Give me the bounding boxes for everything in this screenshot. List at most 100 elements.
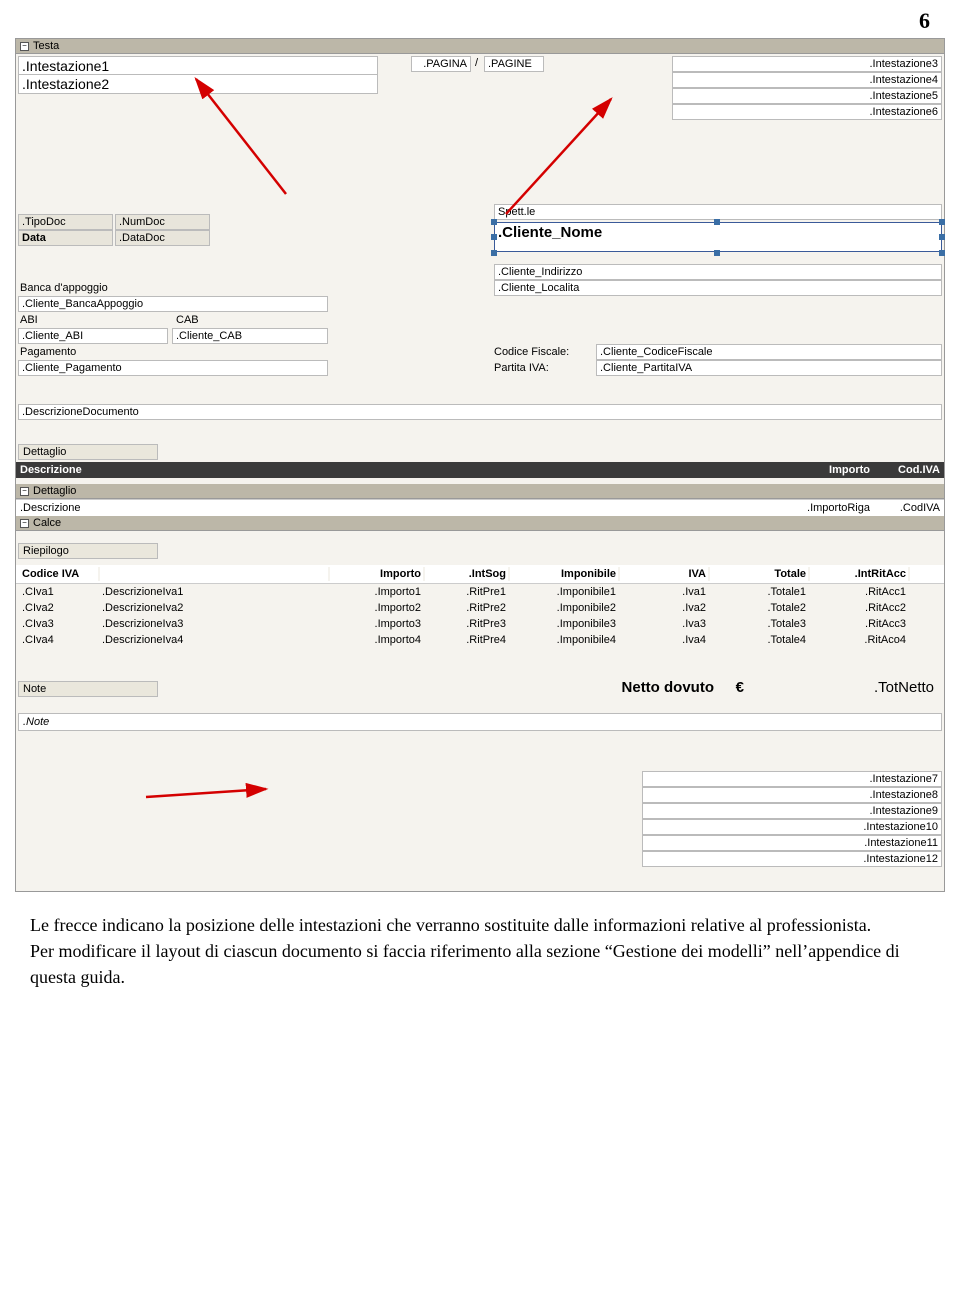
riepilogo-cell[interactable]: .DescrizioneIva4 [100,633,330,647]
riepilogo-cell[interactable]: .Iva3 [620,617,710,631]
riepilogo-cell[interactable]: .Imponibile2 [510,601,620,615]
field-pagamento[interactable]: .Cliente_Pagamento [18,360,328,376]
label-piva: Partita IVA: [494,362,549,374]
field-row-descrizione[interactable]: .Descrizione [20,502,780,514]
field-totnetto[interactable]: .TotNetto [754,679,934,696]
riepilogo-cell[interactable]: .RitPre4 [425,633,510,647]
field-cab[interactable]: .Cliente_CAB [172,328,328,344]
label-abi: ABI [20,314,38,326]
field-footer-intestazione[interactable]: .Intestazione8 [642,787,942,803]
label-dettaglio-box: Dettaglio [18,444,158,460]
riepilogo-cell[interactable]: .Imponibile4 [510,633,620,647]
dettaglio-row: .Descrizione .ImportoRiga .CodIVA [16,499,944,516]
riepilogo-cell[interactable]: .Totale3 [710,617,810,631]
riepilogo-cell[interactable]: .Importo1 [330,585,425,599]
band-header-testa[interactable]: − Testa [16,39,944,54]
riepilogo-cell[interactable]: .Totale2 [710,601,810,615]
riepilogo-cell[interactable]: .Totale1 [710,585,810,599]
riepilogo-cell[interactable]: .RitAcc2 [810,601,910,615]
riepilogo-cell[interactable]: .DescrizioneIva3 [100,617,330,631]
selection-handle-icon[interactable] [491,234,497,240]
riepilogo-cell[interactable]: .RitAcc3 [810,617,910,631]
field-cf[interactable]: .Cliente_CodiceFiscale [596,344,942,360]
field-cliente-localita[interactable]: .Cliente_Localita [494,280,942,296]
riepilogo-cell[interactable]: .Importo3 [330,617,425,631]
label-netto: Netto dovuto [622,679,714,696]
label-numdoc[interactable]: .NumDoc [115,214,210,230]
selection-handle-icon[interactable] [939,219,945,225]
label-datadoc[interactable]: .DataDoc [115,230,210,246]
collapse-icon[interactable]: − [20,487,29,496]
riepilogo-row: .CIva1.DescrizioneIva1.Importo1.RitPre1.… [16,584,944,600]
header-codiva: Cod.IVA [870,464,940,476]
field-intestazione6[interactable]: .Intestazione6 [672,104,942,120]
riepilogo-cell[interactable]: .CIva3 [20,617,100,631]
band-header-dettaglio[interactable]: − Dettaglio [16,484,944,499]
field-footer-intestazione[interactable]: .Intestazione9 [642,803,942,819]
selection-handle-icon[interactable] [714,250,720,256]
collapse-icon[interactable]: − [20,42,29,51]
testa-body: .Intestazione1 .Intestazione2 .PAGINA / … [16,54,944,484]
riepilogo-cell[interactable]: .RitPre3 [425,617,510,631]
riepilogo-cell[interactable]: .RitPre1 [425,585,510,599]
riepilogo-cell[interactable]: .Iva4 [620,633,710,647]
field-footer-intestazione[interactable]: .Intestazione7 [642,771,942,787]
riepilogo-cell[interactable]: .Importo4 [330,633,425,647]
dettaglio-column-headers: Descrizione Importo Cod.IVA [16,462,944,478]
riepilogo-cell[interactable]: .Iva2 [620,601,710,615]
riepilogo-cell[interactable]: .Iva1 [620,585,710,599]
riepilogo-cell[interactable]: .DescrizioneIva1 [100,585,330,599]
riepilogo-cell[interactable]: .Imponibile1 [510,585,620,599]
field-row-codiva[interactable]: .CodIVA [870,502,940,514]
field-piva[interactable]: .Cliente_PartitaIVA [596,360,942,376]
band-header-calce[interactable]: − Calce [16,516,944,531]
riepilogo-row: .CIva3.DescrizioneIva3.Importo3.RitPre3.… [16,616,944,632]
riepilogo-cell[interactable]: .DescrizioneIva2 [100,601,330,615]
field-cliente-nome[interactable]: .Cliente_Nome [494,222,942,252]
report-designer: − Testa .Intestazione1 .Intestazione2 .P… [15,38,945,892]
field-intestazione1[interactable]: .Intestazione1 [18,56,378,76]
arrow-red-icon [186,74,306,207]
riepilogo-cell[interactable]: .RitAco4 [810,633,910,647]
field-intestazione4[interactable]: .Intestazione4 [672,72,942,88]
field-pagina[interactable]: .PAGINA [411,56,471,72]
riepilogo-cell[interactable]: .RitAcc1 [810,585,910,599]
riepilogo-cell[interactable]: .CIva4 [20,633,100,647]
field-row-importo[interactable]: .ImportoRiga [780,502,870,514]
field-intestazione5[interactable]: .Intestazione5 [672,88,942,104]
field-footer-intestazione[interactable]: .Intestazione11 [642,835,942,851]
label-slash: / [475,57,478,69]
field-footer-intestazione[interactable]: .Intestazione10 [642,819,942,835]
riepilogo-row: .CIva4.DescrizioneIva4.Importo4.RitPre4.… [16,632,944,648]
riepilogo-cell[interactable]: .RitPre2 [425,601,510,615]
label-tipodoc[interactable]: .TipoDoc [18,214,113,230]
riepilogo-h [100,567,330,581]
field-abi[interactable]: .Cliente_ABI [18,328,168,344]
riepilogo-cell[interactable]: .Imponibile3 [510,617,620,631]
label-banca: Banca d'appoggio [20,282,108,294]
riepilogo-cell[interactable]: .Totale4 [710,633,810,647]
selection-handle-icon[interactable] [939,250,945,256]
field-banca[interactable]: .Cliente_BancaAppoggio [18,296,328,312]
field-note[interactable]: .Note [18,713,942,731]
field-intestazione3[interactable]: .Intestazione3 [672,56,942,72]
footer-intestazioni: .Intestazione7.Intestazione8.Intestazion… [642,771,942,867]
selection-handle-icon[interactable] [939,234,945,240]
riepilogo-h: IVA [620,567,710,581]
riepilogo-cell[interactable]: .CIva2 [20,601,100,615]
riepilogo-cell[interactable]: .Importo2 [330,601,425,615]
arrow-red-icon [486,94,626,222]
label-data[interactable]: Data [18,230,113,246]
field-cliente-indirizzo[interactable]: .Cliente_Indirizzo [494,264,942,280]
field-footer-intestazione[interactable]: .Intestazione12 [642,851,942,867]
collapse-icon[interactable]: − [20,519,29,528]
band-label: Dettaglio [33,485,76,497]
riepilogo-h: .IntRitAcc [810,567,910,581]
selection-handle-icon[interactable] [714,219,720,225]
riepilogo-cell[interactable]: .CIva1 [20,585,100,599]
field-descrizione-documento[interactable]: .DescrizioneDocumento [18,404,942,420]
field-pagine[interactable]: .PAGINE [484,56,544,72]
selection-handle-icon[interactable] [491,250,497,256]
arrow-red-icon [146,783,276,806]
band-label: Testa [33,40,59,52]
